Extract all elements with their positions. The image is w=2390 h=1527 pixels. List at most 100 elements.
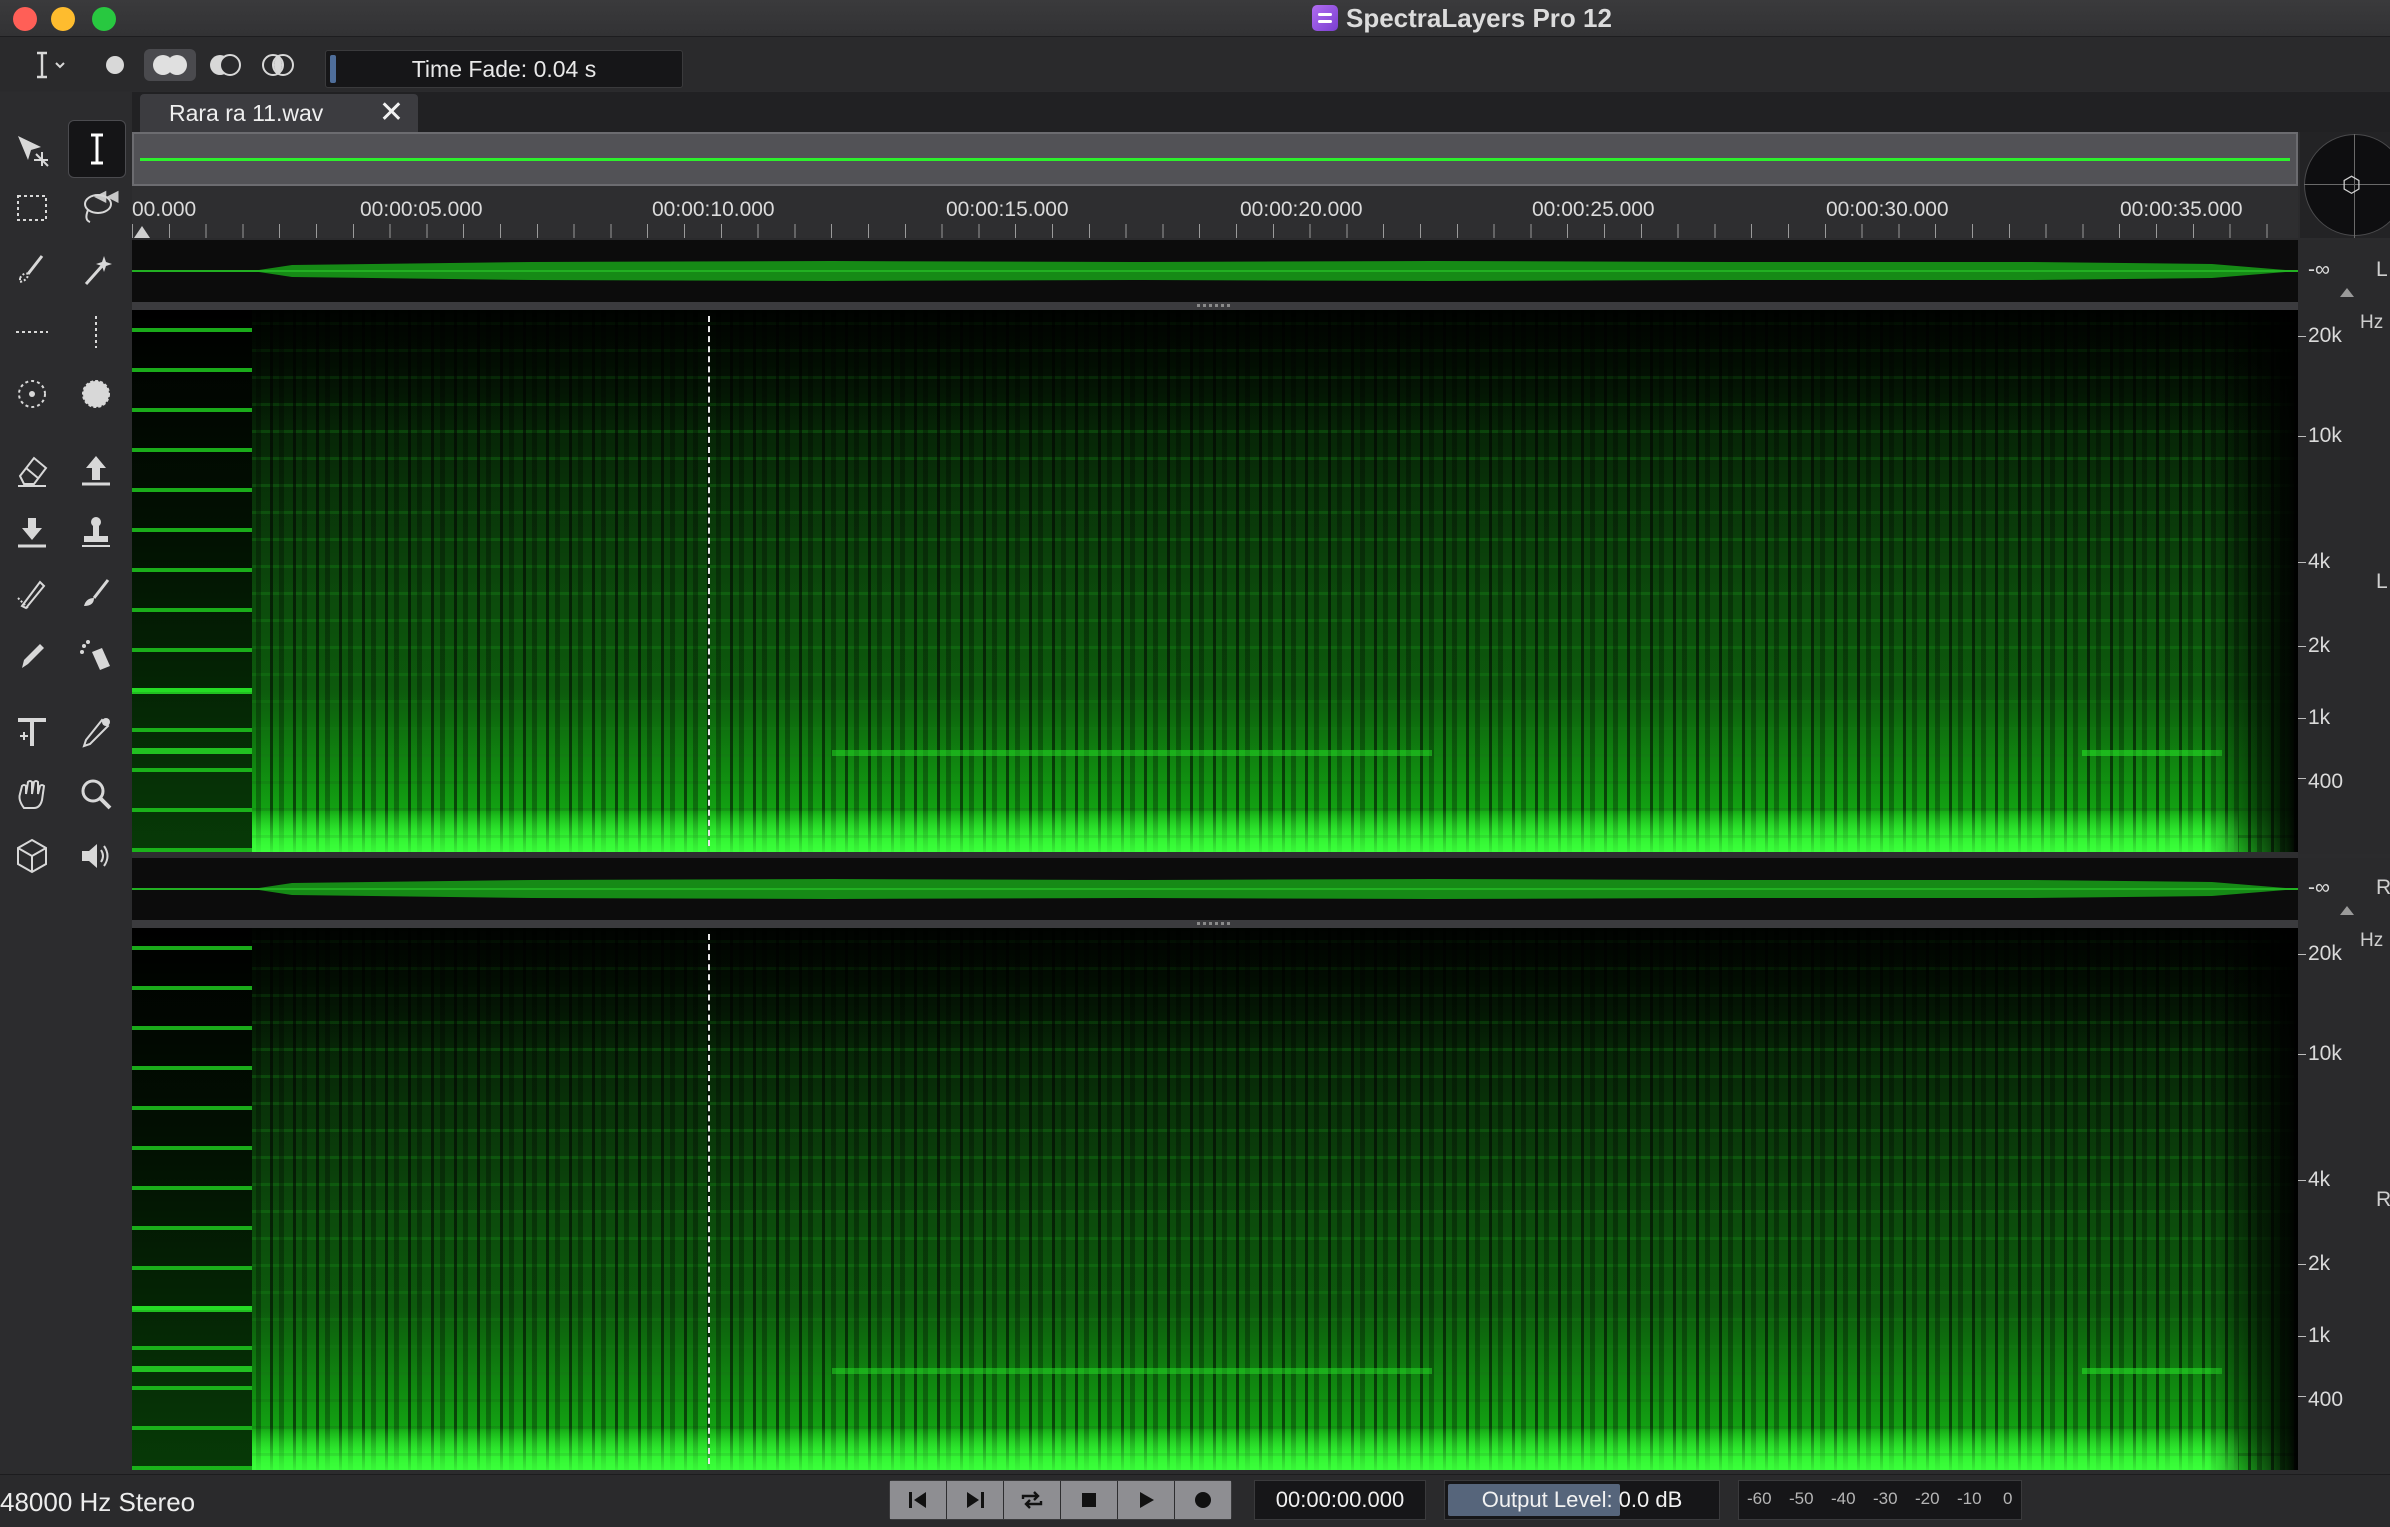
- record-button[interactable]: [1175, 1481, 1231, 1519]
- text-tool-icon[interactable]: [4, 704, 60, 760]
- freq-label: 400: [2308, 1388, 2344, 1411]
- right-channel-spectrogram[interactable]: [132, 928, 2298, 1470]
- skip-forward-icon: [967, 1492, 984, 1508]
- channel-splitter[interactable]: [132, 920, 2298, 928]
- 3d-view-icon[interactable]: [4, 828, 60, 884]
- playhead-marker[interactable]: [134, 226, 150, 238]
- stop-button[interactable]: [1061, 1481, 1118, 1519]
- sample-rate-label: 48000 Hz Stereo: [0, 1487, 196, 1517]
- ruler-label: 00:00:20.000: [1240, 198, 1363, 221]
- harmonic-band: [132, 688, 252, 694]
- paintbrush-icon[interactable]: [68, 566, 124, 622]
- magic-wand-icon[interactable]: [68, 242, 124, 298]
- zoom-tool-icon[interactable]: [68, 766, 124, 822]
- scale-tick: [2298, 718, 2306, 719]
- harmonic-band: [2082, 750, 2222, 756]
- loop-icon: [1021, 1491, 1043, 1509]
- meter-scale-label: -60: [1747, 1489, 1772, 1508]
- scale-tick: [2298, 436, 2306, 437]
- output-level-slider[interactable]: Output Level: 0.0 dB: [1444, 1480, 1720, 1520]
- document-tab[interactable]: Rara ra 11.wav ✕: [140, 94, 418, 132]
- go-to-start-button[interactable]: [890, 1481, 947, 1519]
- clone-stamp-icon[interactable]: [68, 504, 124, 560]
- lasso-selection-icon[interactable]: [68, 180, 124, 236]
- import-layer-icon[interactable]: [4, 504, 60, 560]
- freq-label: 10k: [2308, 1042, 2342, 1065]
- time-fade-handle[interactable]: [330, 55, 336, 83]
- window-title-text: SpectraLayers Pro 12: [1346, 2, 1612, 33]
- intersect-mode-icon[interactable]: [258, 49, 298, 81]
- go-to-end-button[interactable]: [947, 1481, 1004, 1519]
- spectrogram-fade-out: [2208, 928, 2298, 1470]
- minimize-window-button[interactable]: [51, 7, 75, 31]
- play-button[interactable]: [1118, 1481, 1175, 1519]
- channel-splitter[interactable]: [132, 302, 2298, 310]
- time-ruler[interactable]: 00.000 00:00:05.000 00:00:10.000 00:00:1…: [132, 186, 2298, 238]
- text-cursor-icon[interactable]: [22, 49, 74, 81]
- spectrogram-intro-region: [132, 928, 252, 1470]
- playback-cursor[interactable]: [708, 934, 710, 1464]
- tool-palette: ◀◀: [0, 92, 130, 1474]
- pencil-icon[interactable]: [4, 628, 60, 684]
- close-window-button[interactable]: [13, 7, 37, 31]
- overview-scrollbar[interactable]: [132, 132, 2298, 186]
- document-tab-bar: Rara ra 11.wav ✕: [132, 92, 2390, 132]
- time-fade-slider[interactable]: Time Fade: 0.04 s: [325, 50, 683, 88]
- spray-icon[interactable]: [68, 628, 124, 684]
- ruler-label: 00:00:35.000: [2120, 198, 2243, 221]
- scale-expand-icon[interactable]: [2340, 906, 2354, 915]
- rectangle-selection-icon[interactable]: [4, 180, 60, 236]
- playback-cursor[interactable]: [708, 316, 710, 846]
- brush-selection-icon[interactable]: [4, 242, 60, 298]
- navigator-cube-icon[interactable]: ⬡: [2342, 172, 2361, 198]
- ruler-ticks: [132, 224, 2298, 238]
- navigator[interactable]: ⬡: [2300, 132, 2390, 238]
- freq-label: 4k: [2308, 550, 2331, 573]
- right-channel-waveform[interactable]: [132, 858, 2298, 920]
- frequency-selection-icon[interactable]: [4, 304, 60, 360]
- hard-brush-icon[interactable]: [98, 49, 132, 81]
- close-tab-icon[interactable]: ✕: [379, 98, 404, 128]
- freq-label: 1k: [2308, 706, 2331, 729]
- spectrogram-fade-out: [2208, 310, 2298, 852]
- harmonics-selection-icon[interactable]: [4, 366, 60, 422]
- play-icon: [1140, 1492, 1154, 1508]
- left-channel-waveform[interactable]: [132, 240, 2298, 302]
- meter-scale-label: 0: [2003, 1489, 2013, 1508]
- freq-label: 2k: [2308, 634, 2331, 657]
- record-icon: [1195, 1492, 1211, 1508]
- hand-tool-icon[interactable]: [4, 766, 60, 822]
- harmonic-band: [132, 1366, 252, 1372]
- move-tool-icon[interactable]: [4, 122, 60, 178]
- left-channel-spectrogram[interactable]: [132, 310, 2298, 852]
- timecode-display[interactable]: 00:00:00.000: [1254, 1480, 1426, 1520]
- eyedropper-icon[interactable]: [68, 704, 124, 760]
- harmonic-band: [132, 748, 252, 754]
- meter-scale-label: -20: [1915, 1489, 1940, 1508]
- merge-mode-icon[interactable]: [144, 49, 196, 81]
- freq-label: 20k: [2308, 942, 2342, 965]
- subtract-mode-icon[interactable]: [206, 49, 244, 81]
- eraser-icon[interactable]: [4, 442, 60, 498]
- speaker-icon[interactable]: [68, 828, 124, 884]
- loop-button[interactable]: [1004, 1481, 1061, 1519]
- document-tab-label: Rara ra 11.wav: [169, 99, 324, 126]
- time-line-selection-icon[interactable]: [68, 304, 124, 360]
- harmonic-band: [832, 750, 1432, 756]
- ruler-label: 00:00:05.000: [360, 198, 483, 221]
- pen-select-icon[interactable]: [4, 566, 60, 622]
- zoom-window-button[interactable]: [92, 7, 116, 31]
- meter-scale-label: -50: [1789, 1489, 1814, 1508]
- freq-label: 20k: [2308, 324, 2342, 347]
- freq-label: 2k: [2308, 1252, 2331, 1275]
- left-frequency-scale: -∞ L Hz 20k 10k L 4k 2k 1k 400: [2298, 240, 2390, 854]
- scale-expand-icon[interactable]: [2340, 288, 2354, 297]
- scale-tick: [2298, 954, 2306, 955]
- splitter-grip[interactable]: [1197, 922, 1233, 925]
- splitter-grip[interactable]: [1197, 304, 1233, 307]
- right-channel-label: R: [2376, 1188, 2390, 1211]
- time-selection-tool-icon[interactable]: [68, 120, 126, 178]
- extract-icon[interactable]: [68, 442, 124, 498]
- sphere-selection-icon[interactable]: [68, 366, 124, 422]
- meter-scale-label: -30: [1873, 1489, 1898, 1508]
